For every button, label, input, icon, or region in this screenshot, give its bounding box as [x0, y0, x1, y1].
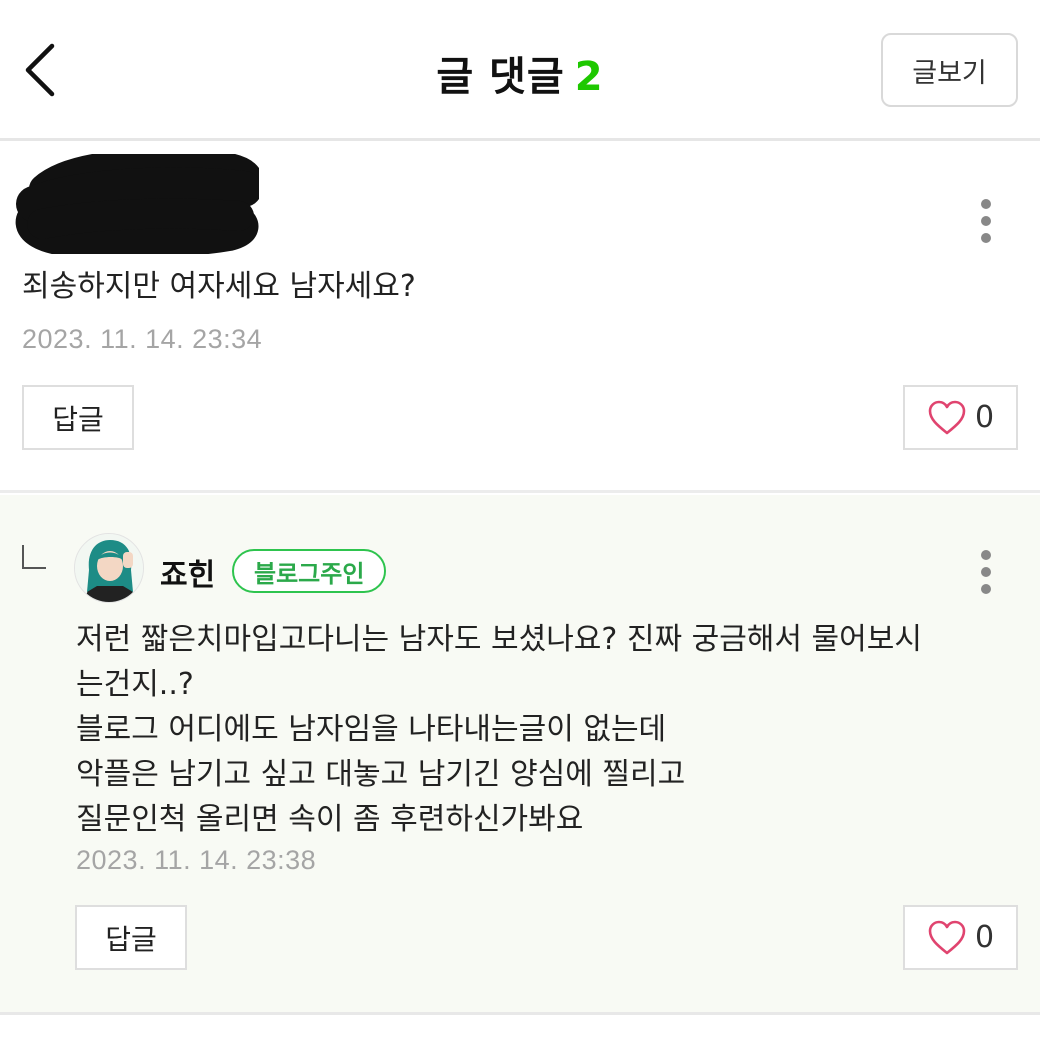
comment-date: 2023. 11. 14. 23:38: [76, 845, 317, 875]
avatar[interactable]: [74, 533, 144, 603]
more-options-button[interactable]: [971, 196, 1001, 256]
heart-icon: [928, 920, 966, 954]
like-count: 0: [974, 400, 995, 435]
top-bar: 글 댓글 2 글보기: [0, 0, 1040, 141]
reply-button[interactable]: 답글: [75, 905, 187, 970]
comment-count: 2: [574, 54, 604, 100]
dot: [981, 216, 991, 226]
reply-comment-item: 죠힌 블로그주인 저런 짧은치마입고다니는 남자도 보셨나요? 진짜 궁금해서 …: [0, 495, 1040, 1015]
dot: [981, 584, 991, 594]
dot: [981, 199, 991, 209]
reply-indent-icon: [22, 545, 46, 569]
like-count: 0: [974, 920, 995, 955]
more-options-button[interactable]: [971, 547, 1001, 607]
redacted-author-scribble: [15, 154, 259, 254]
avatar-illustration: [75, 534, 143, 602]
heart-icon: [928, 400, 966, 434]
comment-text: 죄송하지만 여자세요 남자세요?: [22, 269, 416, 304]
reply-button[interactable]: 답글: [22, 385, 134, 450]
like-button[interactable]: 0: [903, 385, 1018, 450]
comment-item: 죄송하지만 여자세요 남자세요? 2023. 11. 14. 23:34 답글 …: [0, 144, 1040, 493]
comment-date: 2023. 11. 14. 23:34: [22, 324, 263, 354]
dot: [981, 233, 991, 243]
view-post-button[interactable]: 글보기: [881, 33, 1018, 107]
page-title-label: 글 댓글: [436, 54, 565, 100]
dot: [981, 550, 991, 560]
dot: [981, 567, 991, 577]
blog-owner-badge: 블로그주인: [232, 549, 387, 593]
like-button[interactable]: 0: [903, 905, 1018, 970]
comment-text: 저런 짧은치마입고다니는 남자도 보셨나요? 진짜 궁금해서 물어보시 는건지.…: [76, 622, 922, 837]
author-name[interactable]: 죠힌: [160, 550, 215, 594]
